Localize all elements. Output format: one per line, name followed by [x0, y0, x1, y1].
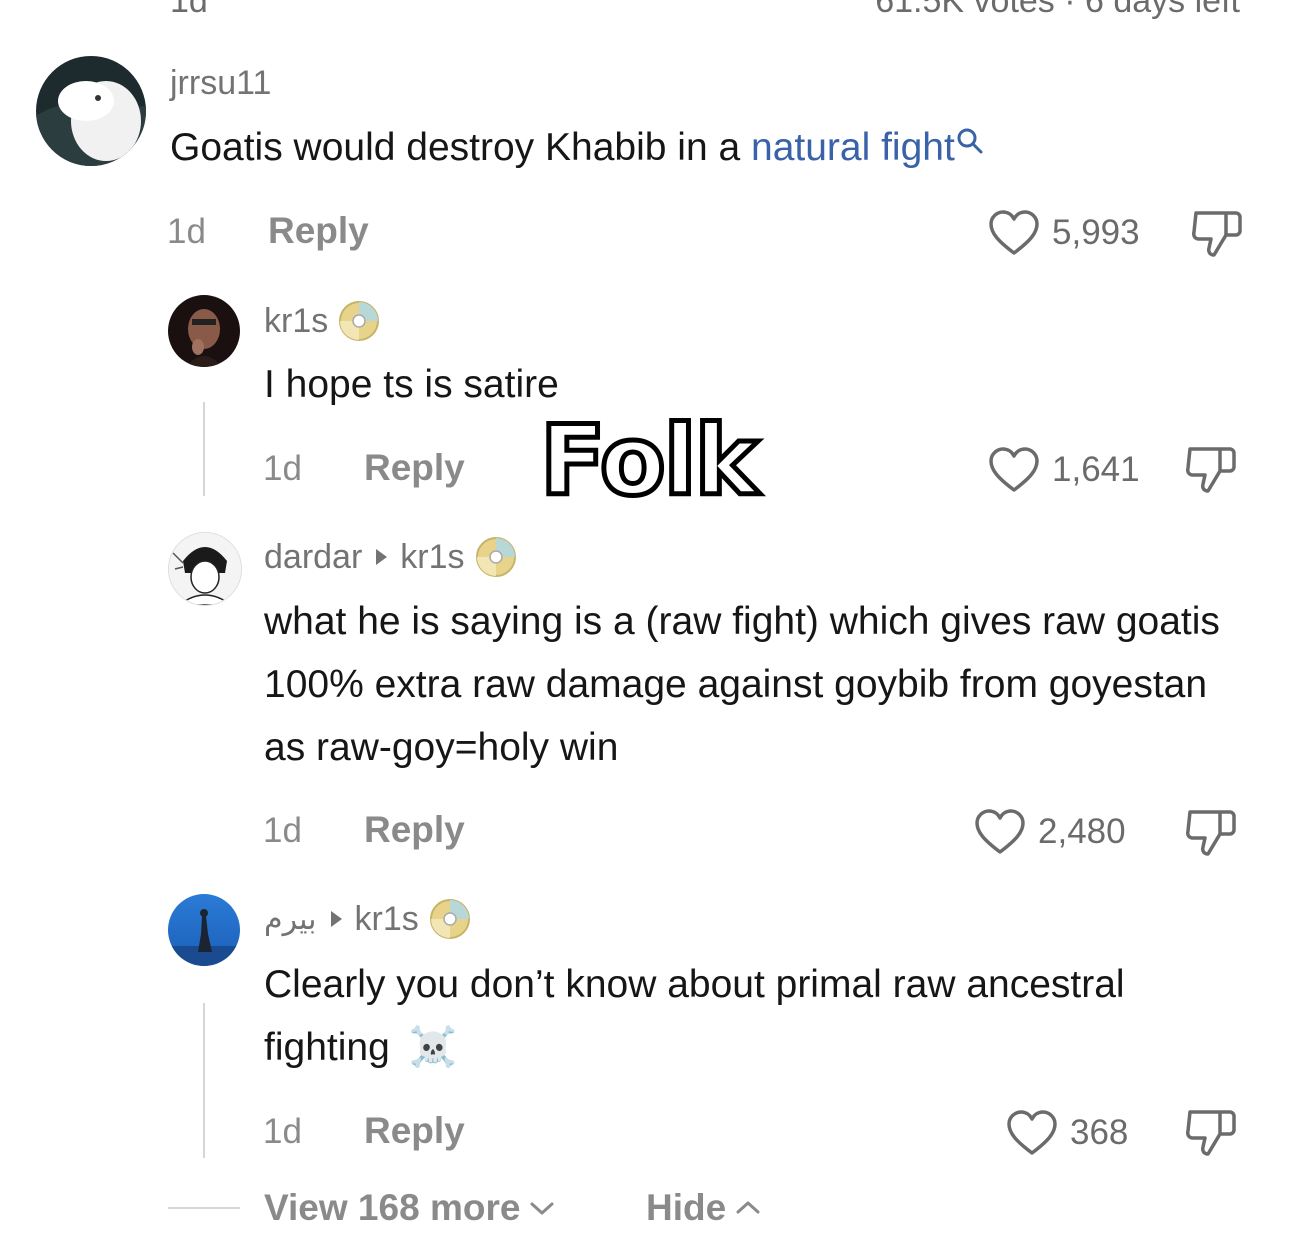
like-button[interactable]: 1,641 [988, 446, 1140, 494]
username-text: kr1s [264, 301, 329, 340]
disc-icon [429, 899, 470, 939]
thumbs-down-icon [1186, 810, 1236, 856]
reply-to-username[interactable]: kr1s [400, 538, 464, 577]
comment-time: 1d [263, 449, 302, 488]
chevron-down-icon [530, 1202, 554, 1215]
comment-text: Goatis would destroy Khabib in a natural… [170, 116, 1250, 179]
comment-time: 1d [263, 811, 302, 850]
footer-divider [168, 1207, 240, 1209]
chevron-up-icon [736, 1201, 760, 1214]
like-count: 368 [1070, 1113, 1129, 1152]
avatar[interactable] [168, 894, 240, 966]
comment-username[interactable]: kr1s [264, 300, 380, 342]
avatar[interactable] [168, 532, 242, 606]
disc-icon [475, 537, 516, 577]
avatar[interactable] [36, 56, 146, 166]
dislike-button[interactable] [1184, 806, 1238, 863]
thumbs-down-icon [1192, 211, 1242, 257]
search-link-text: natural fight [751, 126, 955, 169]
like-count: 1,641 [1052, 450, 1140, 489]
disc-icon [339, 301, 380, 341]
search-icon [957, 128, 983, 154]
heart-icon [989, 447, 1039, 492]
top-stats-fragment-right: 61.5K votes · 6 days left [875, 0, 1240, 20]
dislike-button[interactable] [1190, 207, 1244, 264]
overlay-sticker-text: Folk [537, 405, 760, 517]
reply-button[interactable]: Reply [268, 210, 369, 252]
dislike-button[interactable] [1184, 443, 1238, 500]
hide-label: Hide [646, 1187, 727, 1228]
reply-button[interactable]: Reply [364, 1110, 465, 1152]
reply-arrow-icon [376, 549, 388, 565]
like-count: 5,993 [1052, 213, 1140, 252]
skull-crossbones-icon: ☠️ [408, 1026, 458, 1069]
hide-replies-button[interactable]: Hide [646, 1187, 762, 1229]
reply-button[interactable]: Reply [364, 447, 465, 489]
like-button[interactable]: 368 [1006, 1109, 1128, 1157]
comment-text-body: Goatis would destroy Khabib in a [170, 126, 752, 169]
username-text: بيرم [264, 902, 317, 936]
comment-text: what he is saying is a (raw fight) which… [264, 600, 1220, 769]
username-text: dardar [264, 537, 363, 576]
thread-line [203, 402, 205, 496]
search-link[interactable]: natural fight [751, 126, 985, 169]
reply-to-username[interactable]: kr1s [355, 900, 419, 939]
comment-time: 1d [167, 212, 206, 251]
dislike-button[interactable] [1184, 1106, 1238, 1163]
avatar[interactable] [168, 295, 240, 367]
thumbs-down-icon [1186, 447, 1236, 493]
heart-icon [975, 809, 1025, 854]
comment-username[interactable]: بيرم kr1s [264, 898, 471, 940]
comment-username[interactable]: dardar kr1s [264, 536, 517, 578]
like-button[interactable]: 2,480 [974, 808, 1126, 856]
thumbs-down-icon [1186, 1110, 1236, 1156]
reply-button[interactable]: Reply [364, 809, 465, 851]
like-button[interactable]: 5,993 [988, 209, 1140, 257]
top-stats-fragment-left: 1d [170, 0, 208, 20]
heart-icon [1007, 1110, 1057, 1155]
comment-text: Clearly you don’t know about primal raw … [264, 953, 1164, 1079]
username-text: jrrsu11 [170, 64, 272, 102]
heart-icon [989, 210, 1039, 255]
view-more-label: View 168 more [264, 1187, 521, 1228]
thread-line [203, 1003, 205, 1158]
comment-username[interactable]: jrrsu11 [170, 64, 271, 103]
comment-text-body: Clearly you don’t know about primal raw … [264, 963, 1125, 1069]
like-count: 2,480 [1038, 812, 1126, 851]
comment-time: 1d [263, 1112, 302, 1151]
view-more-replies-button[interactable]: View 168 more [264, 1187, 556, 1229]
reply-arrow-icon [330, 911, 342, 927]
